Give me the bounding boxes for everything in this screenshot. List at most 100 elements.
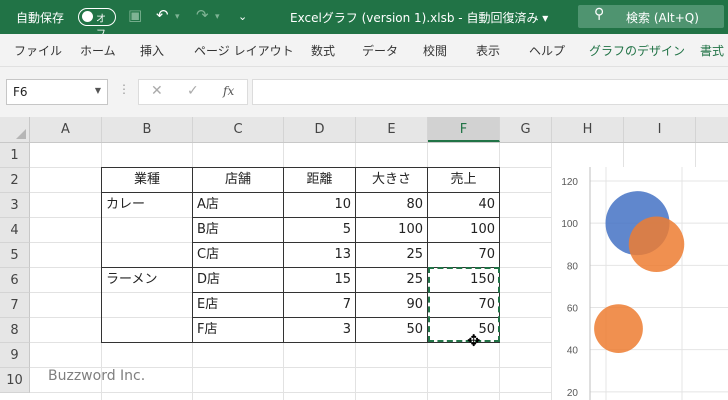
column-header-h[interactable]: H: [552, 117, 624, 142]
name-box[interactable]: F6 ▼: [6, 79, 108, 105]
size-cell[interactable]: 25: [356, 268, 427, 292]
name-box-value: F6: [13, 85, 28, 99]
column-header-g[interactable]: G: [500, 117, 552, 142]
header-cell-distance[interactable]: 距離: [284, 168, 355, 192]
column-header-c[interactable]: C: [193, 117, 284, 142]
store-cell[interactable]: B店: [193, 218, 283, 242]
watermark: Buzzword Inc.: [48, 368, 146, 384]
redo-dropdown-icon[interactable]: ▾: [215, 12, 220, 22]
sales-cell[interactable]: 40: [428, 193, 499, 217]
distance-cell[interactable]: 15: [284, 268, 355, 292]
store-cell[interactable]: C店: [193, 243, 283, 267]
distance-cell[interactable]: 7: [284, 293, 355, 317]
cell-cursor-icon: ✥: [467, 331, 481, 350]
table-border: [192, 217, 500, 218]
row-header-2[interactable]: 2: [0, 168, 30, 193]
customize-toolbar-icon[interactable]: ⌄: [238, 10, 247, 23]
cancel-icon[interactable]: ✕: [151, 83, 163, 99]
formula-input[interactable]: [252, 79, 728, 105]
check-icon[interactable]: ✓: [187, 83, 199, 99]
group-cell-curry[interactable]: カレー: [102, 193, 192, 217]
size-cell[interactable]: 25: [356, 243, 427, 267]
size-cell[interactable]: 90: [356, 293, 427, 317]
row-header-1[interactable]: 1: [0, 143, 30, 168]
sales-cell[interactable]: 100: [428, 218, 499, 242]
table-border: [192, 242, 500, 243]
row-header-7[interactable]: 7: [0, 293, 30, 318]
row-header-6[interactable]: 6: [0, 268, 30, 293]
title-bar: 自動保存 オフ ▣ ↶ ▾ ↷ ▾ ⌄ Excelグラフ (version 1)…: [0, 0, 728, 40]
autosave-label: 自動保存: [16, 11, 65, 25]
row-header-8[interactable]: 8: [0, 318, 30, 343]
header-cell-sales[interactable]: 売上: [428, 168, 499, 192]
y-tick-label: 40: [567, 346, 579, 357]
tab-insert[interactable]: 挿入: [140, 42, 164, 59]
search-box[interactable]: ⚲ 検索 (Alt+Q): [578, 5, 724, 28]
tab-format[interactable]: 書式: [700, 42, 724, 59]
copy-selection-marquee: [428, 267, 500, 342]
tab-help[interactable]: ヘルプ: [529, 42, 565, 59]
column-header-i[interactable]: I: [624, 117, 696, 142]
tab-file[interactable]: ファイル: [14, 42, 62, 59]
distance-cell[interactable]: 10: [284, 193, 355, 217]
y-tick-label: 20: [567, 388, 579, 399]
store-cell[interactable]: F店: [193, 318, 283, 342]
distance-cell[interactable]: 3: [284, 318, 355, 342]
distance-cell[interactable]: 5: [284, 218, 355, 242]
header-cell-store[interactable]: 店舗: [193, 168, 283, 192]
bubble-chart[interactable]: 120 100 80 60 40 20: [552, 99, 728, 400]
column-headers: A B C D E F G H I: [0, 117, 728, 143]
size-cell[interactable]: 100: [356, 218, 427, 242]
row-header-5[interactable]: 5: [0, 243, 30, 268]
column-header-f[interactable]: F: [428, 117, 500, 142]
tab-formulas[interactable]: 数式: [311, 42, 335, 59]
table-border: [101, 167, 500, 168]
tab-home[interactable]: ホーム: [80, 42, 116, 59]
search-icon: ⚲: [594, 6, 605, 22]
size-cell[interactable]: 50: [356, 318, 427, 342]
table-border: [355, 167, 356, 343]
distance-cell[interactable]: 13: [284, 243, 355, 267]
header-cell-industry[interactable]: 業種: [102, 168, 192, 192]
ribbon-tabs: ファイル ホーム 挿入 ページ レイアウト 数式 データ 校閲 表示 ヘルプ グ…: [0, 34, 728, 67]
bubble-point[interactable]: [594, 304, 643, 353]
tab-chart-design[interactable]: グラフのデザイン: [589, 42, 685, 59]
table-border: [283, 167, 284, 343]
tab-review[interactable]: 校閲: [423, 42, 447, 59]
y-tick-label: 60: [567, 304, 579, 315]
select-all-button[interactable]: [0, 117, 30, 142]
table-border: [101, 192, 500, 193]
document-title[interactable]: Excelグラフ (version 1).xlsb - 自動回復済み ▾: [290, 9, 548, 26]
table-border: [101, 167, 102, 343]
row-header-4[interactable]: 4: [0, 218, 30, 243]
more-options-icon: ⋮: [118, 82, 130, 96]
insert-function-button[interactable]: fx: [223, 84, 234, 98]
tab-page-layout[interactable]: ページ レイアウト: [194, 42, 294, 59]
store-cell[interactable]: A店: [193, 193, 283, 217]
size-cell[interactable]: 80: [356, 193, 427, 217]
redo-icon[interactable]: ↷: [196, 6, 209, 24]
column-header-d[interactable]: D: [284, 117, 356, 142]
table-border: [192, 167, 193, 343]
toggle-knob: [82, 11, 93, 22]
column-header-a[interactable]: A: [30, 117, 102, 142]
store-cell[interactable]: D店: [193, 268, 283, 292]
sales-cell[interactable]: 70: [428, 243, 499, 267]
tab-data[interactable]: データ: [362, 42, 398, 59]
group-cell-ramen[interactable]: ラーメン: [102, 268, 192, 292]
store-cell[interactable]: E店: [193, 293, 283, 317]
bubble-point[interactable]: [628, 216, 685, 273]
tab-view[interactable]: 表示: [476, 42, 500, 59]
row-header-9[interactable]: 9: [0, 343, 30, 368]
row-header-3[interactable]: 3: [0, 193, 30, 218]
undo-icon[interactable]: ↶: [156, 6, 169, 24]
column-header-b[interactable]: B: [102, 117, 193, 142]
column-header-e[interactable]: E: [356, 117, 428, 142]
row-header-10[interactable]: 10: [0, 368, 30, 393]
chart-plot: 120 100 80 60 40 20: [561, 99, 728, 400]
undo-dropdown-icon[interactable]: ▾: [175, 12, 180, 22]
header-cell-size[interactable]: 大きさ: [356, 168, 427, 192]
chevron-down-icon[interactable]: ▼: [95, 86, 101, 95]
autosave-toggle[interactable]: オフ: [78, 8, 116, 40]
save-icon[interactable]: ▣: [128, 6, 142, 24]
